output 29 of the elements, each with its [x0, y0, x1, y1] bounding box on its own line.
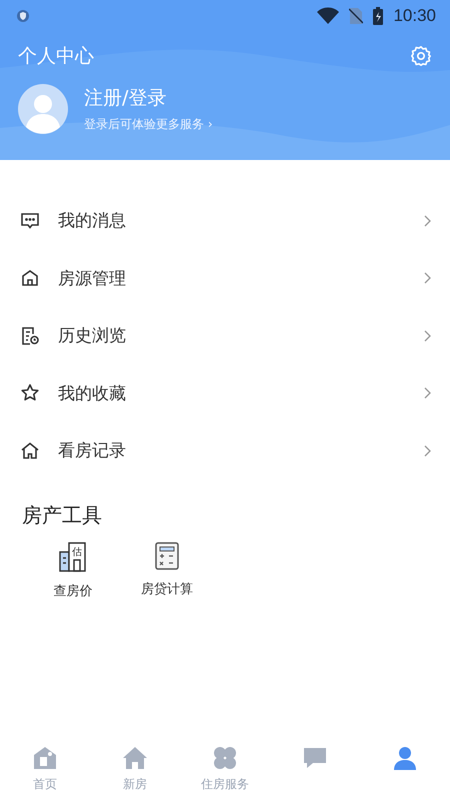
- tool-link[interactable]: 房贷计算: [141, 580, 193, 598]
- house-icon: [20, 268, 40, 288]
- wifi-icon: [317, 7, 340, 25]
- menu-item[interactable]: 我的收藏: [0, 364, 450, 422]
- menu-item[interactable]: 我的消息: [0, 192, 450, 250]
- star-icon: [20, 383, 40, 404]
- chevron-icon: [424, 444, 432, 457]
- tool-link[interactable]: 查房价: [54, 582, 92, 600]
- menu-item[interactable]: 历史浏览: [0, 307, 450, 364]
- badge-text: 估: [72, 546, 82, 558]
- settings-icon[interactable]: [410, 45, 432, 67]
- shield-icon: [16, 9, 30, 23]
- message-icon: [20, 210, 40, 231]
- page-title: 个人中心: [18, 44, 94, 69]
- avatar[interactable]: [18, 84, 68, 134]
- no-sim-icon: [349, 7, 364, 25]
- chevron-icon: [424, 387, 432, 400]
- battery-icon: [373, 7, 384, 25]
- chevron-icon: [424, 272, 432, 284]
- clock-time: 10:30: [393, 6, 436, 26]
- document-clock-icon: [20, 326, 40, 346]
- building-icon: [59, 542, 86, 572]
- chevron-icon: [424, 214, 432, 227]
- home-icon: [20, 440, 40, 461]
- chevron-icon: [424, 330, 432, 342]
- menu-item[interactable]: 房源管理: [0, 250, 450, 307]
- section-title: 房产工具: [21, 502, 103, 528]
- menu-item[interactable]: 看房记录: [0, 422, 450, 480]
- calculator-icon: [154, 540, 180, 570]
